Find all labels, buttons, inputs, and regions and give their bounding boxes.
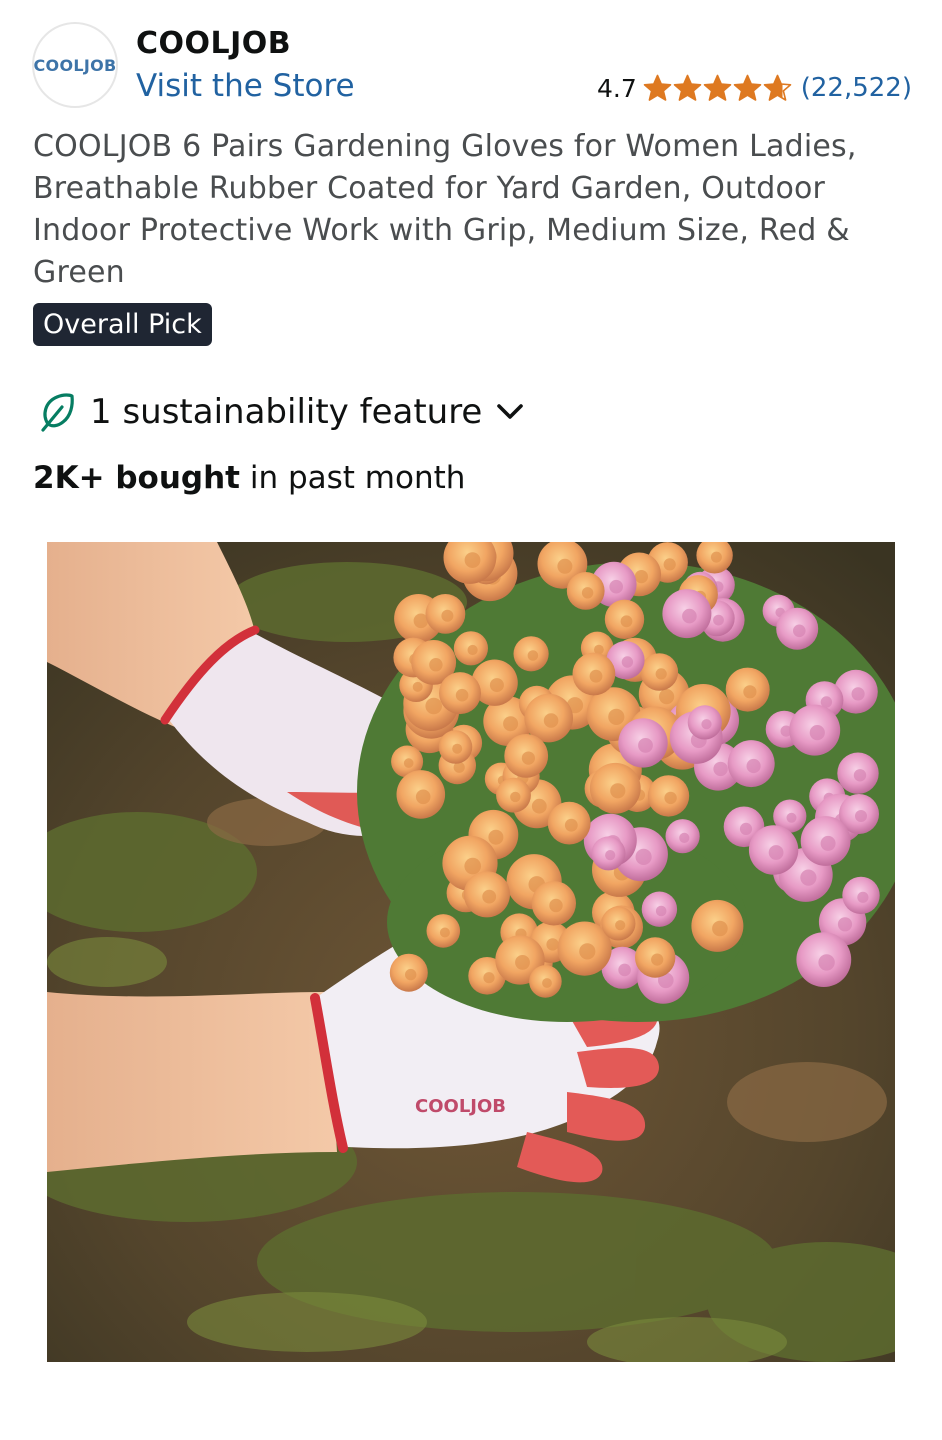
rating-count-link[interactable]: (22,522) <box>801 73 912 103</box>
star-icon <box>673 74 702 101</box>
brand-header: COOLJOB COOLJOB Visit the Store 4.7 (22,… <box>32 22 912 108</box>
bought-past-month: 2K+ bought in past month <box>33 460 465 496</box>
star-icon <box>733 74 762 101</box>
star-icon <box>763 74 792 101</box>
product-title: COOLJOB 6 Pairs Gardening Gloves for Wom… <box>33 129 857 290</box>
bought-count: 2K+ bought <box>33 460 240 496</box>
bought-period: in past month <box>240 460 466 496</box>
glove-logo-text: COOLJOB <box>415 1096 506 1117</box>
star-icon <box>703 74 732 101</box>
star-rating <box>643 74 793 102</box>
rating-summary[interactable]: 4.7 (22,522) <box>597 70 912 106</box>
brand-name: COOLJOB <box>136 26 292 61</box>
overall-pick-badge: Overall Pick <box>33 303 212 346</box>
brand-logo-text: COOLJOB <box>33 55 117 75</box>
rating-value: 4.7 <box>596 73 637 103</box>
leaf-icon <box>41 393 74 432</box>
product-image[interactable]: COOLJOB <box>47 542 895 1362</box>
sustainability-label: 1 sustainability feature <box>90 392 483 432</box>
sustainability-toggle[interactable]: 1 sustainability feature <box>38 388 524 436</box>
visit-store-link[interactable]: Visit the Store <box>136 68 355 104</box>
gardening-gloves-photo: COOLJOB <box>47 542 895 1362</box>
brand-logo[interactable]: COOLJOB <box>32 22 118 108</box>
chevron-down-icon <box>497 404 524 419</box>
star-icon <box>643 74 672 101</box>
